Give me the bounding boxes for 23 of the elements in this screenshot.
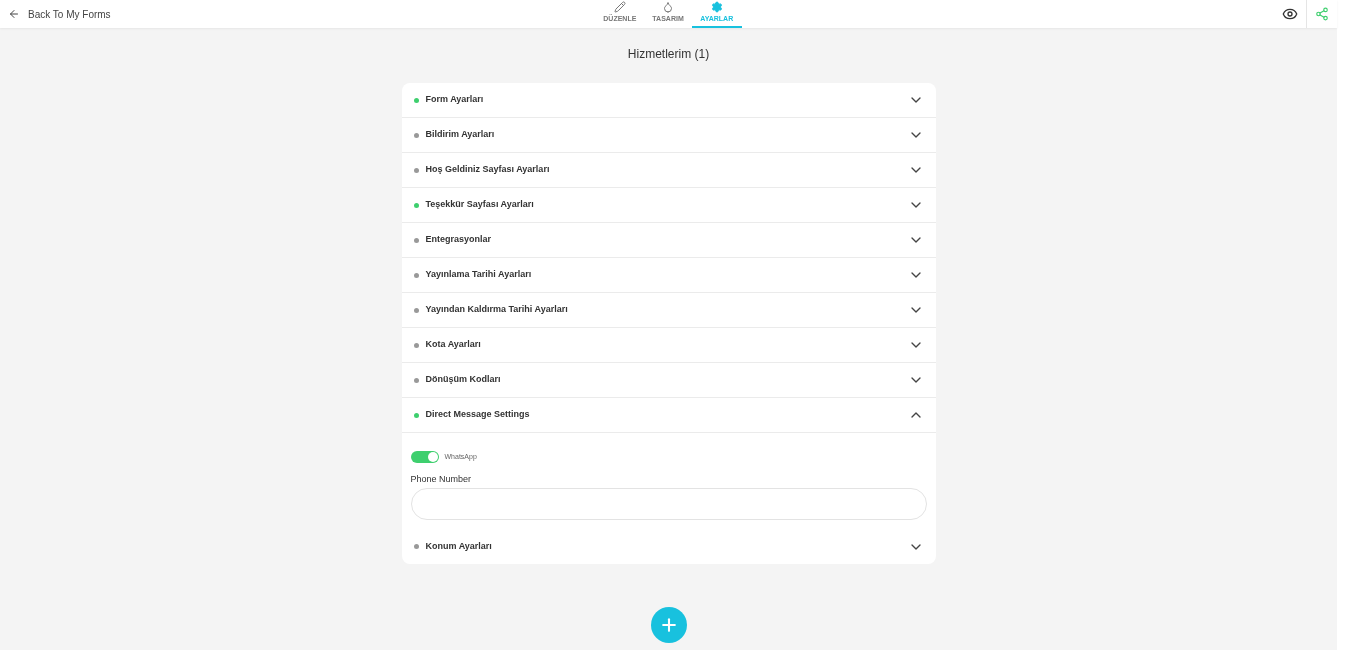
back-link[interactable]: Back To My Forms <box>0 6 300 22</box>
drop-icon <box>662 1 675 14</box>
pencil-icon <box>613 1 626 14</box>
back-arrow-icon <box>8 8 20 20</box>
section-header[interactable]: Yayından Kaldırma Tarihi Ayarları <box>401 293 936 327</box>
input-field[interactable] <box>410 487 927 520</box>
section-header[interactable]: Bildirim Ayarları <box>401 118 936 152</box>
section-header[interactable]: Entegrasyonlar <box>401 223 936 257</box>
section-header[interactable]: Teşekkür Sayfası Ayarları <box>401 188 936 222</box>
form-title: Hizmetlerim (1) <box>627 46 710 63</box>
share-icon <box>1315 7 1329 21</box>
field-label: Phone Number <box>410 473 473 486</box>
section-header[interactable]: Kota Ayarları <box>401 328 936 362</box>
gear-icon <box>710 1 723 14</box>
section-header[interactable]: Form Ayarları <box>401 83 936 117</box>
eye-icon <box>1282 6 1298 22</box>
section-header[interactable]: Dönüşüm Kodları <box>401 363 936 397</box>
toggle-switch[interactable] <box>410 451 439 463</box>
section-header[interactable]: Konum Ayarları <box>401 529 936 564</box>
section-header[interactable]: Yayınlama Tarihi Ayarları <box>401 258 936 292</box>
section-header[interactable]: Hoş Geldiniz Sayfası Ayarları <box>401 153 936 187</box>
add-button[interactable] <box>650 606 687 643</box>
section-header[interactable]: Direct Message Settings <box>401 398 936 433</box>
